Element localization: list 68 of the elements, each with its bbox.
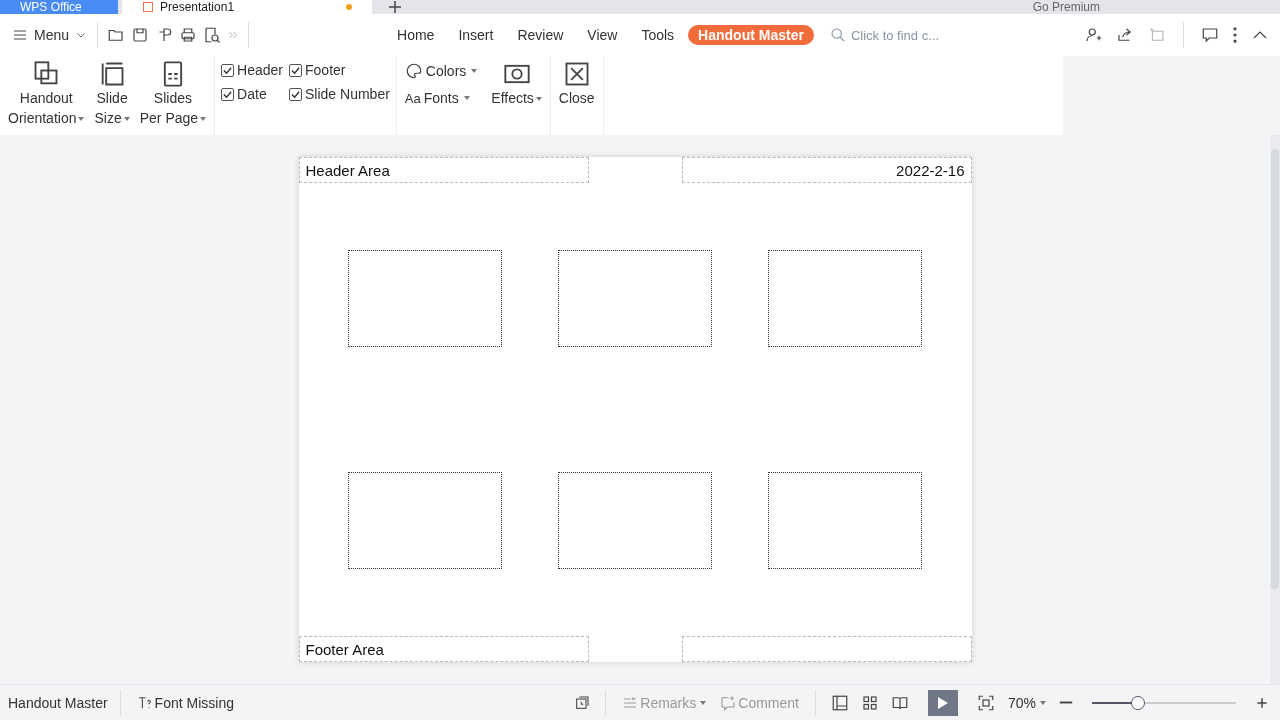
caret-icon xyxy=(200,117,207,122)
effects-button[interactable]: Effects xyxy=(489,60,544,108)
ribbon-button[interactable]: Handout Orientation xyxy=(6,60,87,128)
comment-plus-icon xyxy=(720,694,737,711)
premium-link[interactable]: Go Premium xyxy=(1032,0,1100,14)
menu-button[interactable]: Menu xyxy=(8,27,92,43)
header-text: Header Area xyxy=(305,161,390,179)
checkbox[interactable]: Date xyxy=(221,86,283,102)
tab-label: WPS Office xyxy=(20,0,82,14)
document-tab[interactable]: Presentation1 xyxy=(122,0,372,14)
tab-label: Presentation1 xyxy=(160,0,235,14)
checkbox[interactable]: Slide Number xyxy=(289,86,390,102)
checkbox-box[interactable] xyxy=(289,87,302,101)
scrollbar-thumb[interactable] xyxy=(1271,149,1279,589)
minus-icon xyxy=(1059,701,1073,704)
more-options-button[interactable] xyxy=(1230,24,1240,46)
footer-text: Footer Area xyxy=(305,640,384,658)
caret-icon xyxy=(535,97,542,102)
vertical-dots-icon xyxy=(1233,27,1237,43)
person-add-icon xyxy=(1084,26,1102,44)
play-button[interactable] xyxy=(927,689,958,716)
checkbox-box[interactable] xyxy=(221,63,235,77)
ribbon-tab[interactable]: Review xyxy=(507,25,574,45)
speech-bubble-icon xyxy=(1201,26,1219,44)
checkbox[interactable]: Header xyxy=(221,62,283,78)
caret-icon xyxy=(700,700,707,705)
ribbon-tab[interactable]: View xyxy=(577,25,628,45)
checkbox[interactable]: Footer xyxy=(289,62,390,78)
date-text: 2022-2-16 xyxy=(896,161,965,179)
checkbox-box[interactable] xyxy=(221,87,235,101)
view-mode-label: Handout Master xyxy=(8,694,108,711)
printer-icon xyxy=(179,26,198,44)
menu-icon xyxy=(12,27,28,43)
font-missing-button[interactable]: Font Missing xyxy=(132,692,238,713)
new-tab-icon[interactable] xyxy=(388,0,402,14)
fonts-button[interactable]: Aa Fonts xyxy=(402,88,480,108)
unsaved-dot xyxy=(346,4,352,10)
caret-icon xyxy=(471,69,478,73)
ribbon-button[interactable]: Slide Size xyxy=(92,60,132,128)
caret-icon xyxy=(1040,700,1046,705)
plus-icon xyxy=(1255,695,1269,710)
search-icon xyxy=(829,27,846,43)
caret-icon xyxy=(123,117,130,122)
ribbon-tab[interactable]: Insert xyxy=(448,25,504,45)
ribbon-tab[interactable]: Home xyxy=(387,25,445,45)
presentation-icon xyxy=(142,1,154,13)
zoom-slider-thumb[interactable] xyxy=(1131,695,1146,710)
zoom-dropdown[interactable]: 70% xyxy=(1003,692,1050,713)
palette-icon xyxy=(404,62,423,80)
double-chevron-icon xyxy=(227,29,240,41)
colors-button[interactable]: Colors xyxy=(402,60,480,82)
note-icon xyxy=(1148,26,1166,44)
caret-icon xyxy=(78,117,85,122)
close-button[interactable]: Close xyxy=(556,60,597,108)
play-icon xyxy=(936,695,949,710)
ribbon-tab[interactable]: Tools xyxy=(631,25,685,45)
grid-icon xyxy=(860,693,879,712)
fit-frame-icon xyxy=(976,693,995,712)
clock-page-icon xyxy=(574,694,591,711)
font-question-icon xyxy=(136,694,153,711)
lines-icon xyxy=(622,694,639,711)
caret-icon xyxy=(463,96,470,100)
layout-icon xyxy=(830,693,849,712)
save-icon xyxy=(131,26,150,44)
magnifier-page-icon xyxy=(203,26,222,44)
ribbon-button[interactable]: Slides Per Page xyxy=(137,60,209,128)
checkbox-box[interactable] xyxy=(289,63,302,77)
share-icon xyxy=(1116,26,1134,44)
